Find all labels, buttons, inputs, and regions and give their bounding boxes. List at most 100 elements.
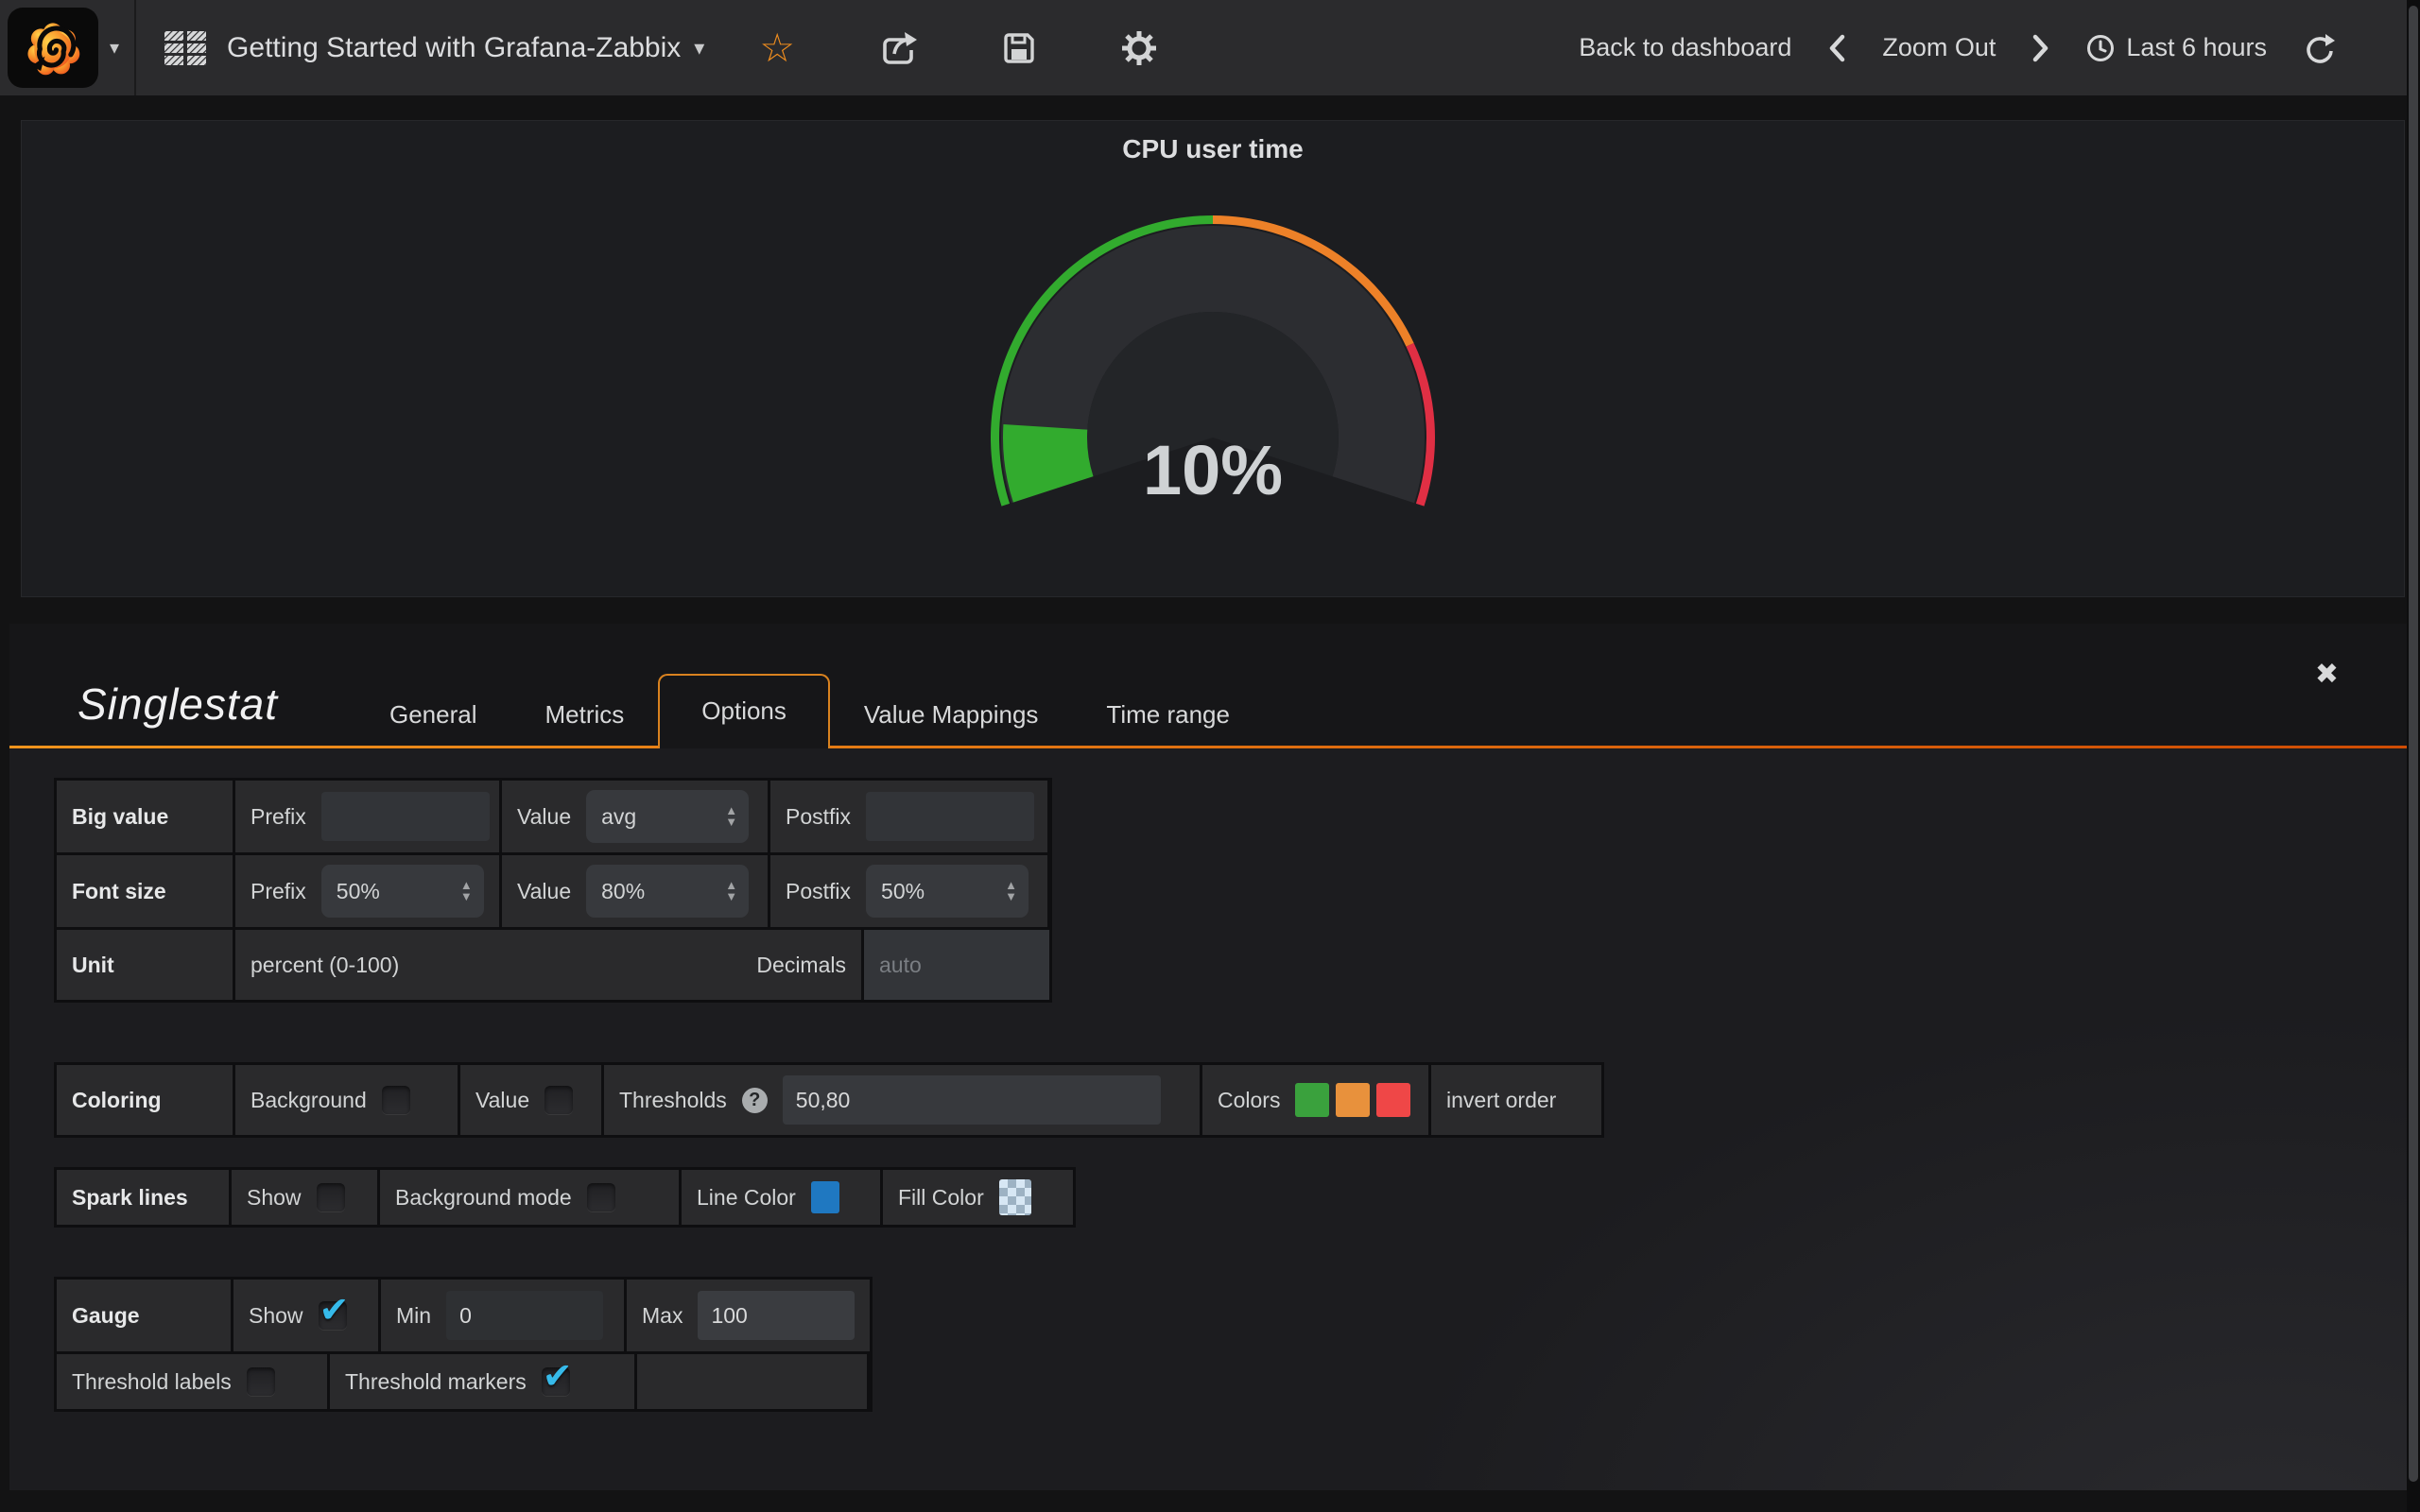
value-checkbox[interactable]: ✔ [544,1086,573,1114]
time-range-picker[interactable]: Last 6 hours [2086,33,2267,62]
threshold-labels-checkbox[interactable]: ✔ [247,1367,275,1396]
unit-row: Unit percent (0-100) Decimals [57,930,1049,1000]
gauge-max-input[interactable] [698,1291,855,1340]
postfix-label: Postfix [786,804,851,830]
chevron-left-icon[interactable] [1827,34,1846,62]
coloring-label: Coloring [57,1065,233,1135]
gauge-min-input[interactable] [446,1291,603,1340]
threshold-color-swatches [1295,1083,1410,1117]
spinner-icon: ▲▼ [460,880,473,902]
spark-show-cell: Show ✔ [232,1170,377,1225]
line-color-swatch[interactable] [811,1181,839,1213]
tab-options[interactable]: Options [658,674,830,748]
spark-lines-label: Spark lines [57,1170,229,1225]
background-mode-label: Background mode [395,1185,572,1211]
dashboard-grid-icon[interactable] [164,31,206,65]
unit-value-cell: percent (0-100) Decimals [235,930,861,1000]
threshold-markers-label: Threshold markers [345,1369,527,1395]
gauge-options-block: Gauge Show ✔ Min Max Threshold labels ✔ [54,1277,873,1412]
unit-label: Unit [57,930,233,1000]
big-value-prefix-input[interactable] [321,792,490,841]
font-size-postfix-select[interactable]: 50% ▲▼ [866,865,1028,918]
spark-show-checkbox[interactable]: ✔ [317,1183,345,1211]
gauge-chart: 10% [986,211,1440,531]
decimals-cell [864,930,1049,1000]
green-color-swatch[interactable] [1295,1083,1329,1117]
value-stat-select[interactable]: avg ▲▼ [586,790,749,843]
background-mode-checkbox[interactable]: ✔ [587,1183,615,1211]
unit-select[interactable]: percent (0-100) [251,953,399,978]
fill-color-swatch[interactable] [999,1179,1031,1215]
threshold-labels-label: Threshold labels [72,1369,232,1395]
line-color-cell: Line Color [682,1170,880,1225]
gauge-min-cell: Min [381,1280,624,1351]
page-scrollbar[interactable] [2407,0,2420,1512]
big-value-label: Big value [57,781,233,852]
line-color-label: Line Color [697,1185,796,1211]
font-size-prefix-select[interactable]: 50% ▲▼ [321,865,484,918]
tab-general[interactable]: General [355,681,511,748]
spinner-icon: ▲▼ [725,805,737,828]
max-label: Max [642,1303,683,1329]
spinner-icon: ▲▼ [725,880,737,902]
top-navbar: ▾ Getting Started with Grafana-Zabbix ▾ … [0,0,2407,95]
value-label: Value [475,1088,529,1113]
spark-lines-row: Spark lines Show ✔ Background mode ✔ Lin… [57,1170,1073,1225]
tab-value-mappings[interactable]: Value Mappings [830,681,1073,748]
tab-metrics[interactable]: Metrics [511,681,659,748]
orange-color-swatch[interactable] [1336,1083,1370,1117]
panel-editor: Singlestat General Metrics Options Value… [9,624,2407,1490]
save-icon[interactable] [1001,30,1037,66]
value-options-block: Big value Prefix Value avg ▲▼ Postfix [54,778,1052,1003]
font-size-value-cell: Value 80% ▲▼ [502,855,768,927]
big-value-postfix-cell: Postfix [770,781,1047,852]
gauge-label: Gauge [57,1280,231,1351]
gauge-show-checkbox[interactable]: ✔ [319,1301,347,1330]
logo-dropdown-caret[interactable]: ▾ [110,36,119,60]
font-size-postfix-cell: Postfix 50% ▲▼ [770,855,1047,927]
fill-color-label: Fill Color [898,1185,984,1211]
big-value-row: Big value Prefix Value avg ▲▼ Postfix [57,781,1049,852]
coloring-row: Coloring Background ✔ Value ✔ Thresholds… [57,1065,1601,1135]
thresholds-label: Thresholds [619,1088,727,1113]
editor-tabs: General Metrics Options Value Mappings T… [355,674,1264,748]
panel-title[interactable]: CPU user time [22,134,2404,164]
back-to-dashboard-link[interactable]: Back to dashboard [1579,33,1791,62]
selected-value: 50% [881,879,925,904]
help-icon[interactable]: ? [742,1088,768,1113]
big-value-postfix-input[interactable] [866,792,1034,841]
dashboard-title-caret[interactable]: ▾ [694,36,704,60]
big-value-prefix-cell: Prefix [235,781,499,852]
chevron-right-icon[interactable] [2031,34,2050,62]
min-label: Min [396,1303,431,1329]
dashboard-title[interactable]: Getting Started with Grafana-Zabbix [227,32,681,64]
prefix-label: Prefix [251,879,306,904]
gauge-value: 10% [1143,431,1283,509]
invert-order-button[interactable]: invert order [1446,1088,1556,1113]
star-icon[interactable]: ☆ [759,29,795,67]
editor-title: Singlestat [78,679,278,730]
grafana-logo[interactable] [8,8,98,88]
red-color-swatch[interactable] [1376,1083,1410,1117]
decimals-label: Decimals [756,953,846,978]
selected-value: 50% [337,879,380,904]
font-size-value-select[interactable]: 80% ▲▼ [586,865,749,918]
share-icon[interactable] [878,30,918,66]
thresholds-cell: Thresholds ? [604,1065,1200,1135]
refresh-icon[interactable] [2303,32,2335,64]
scrollbar-thumb[interactable] [2409,6,2418,1482]
singlestat-panel: CPU user time 10% [21,120,2405,597]
settings-gear-icon[interactable] [1120,29,1158,67]
thresholds-input[interactable] [783,1075,1161,1125]
close-editor-icon[interactable]: ✖ [2315,658,2339,691]
threshold-markers-checkbox[interactable]: ✔ [542,1367,570,1396]
zoom-out-button[interactable]: Zoom Out [1882,33,1996,62]
background-checkbox[interactable]: ✔ [382,1086,410,1114]
spark-background-mode-cell: Background mode ✔ [380,1170,679,1225]
decimals-input[interactable] [879,940,1030,989]
font-size-prefix-cell: Prefix 50% ▲▼ [235,855,499,927]
tab-time-range[interactable]: Time range [1072,681,1264,748]
value-stat-selected: avg [601,804,636,830]
grafana-flame-icon [19,14,87,82]
colors-label: Colors [1218,1088,1280,1113]
